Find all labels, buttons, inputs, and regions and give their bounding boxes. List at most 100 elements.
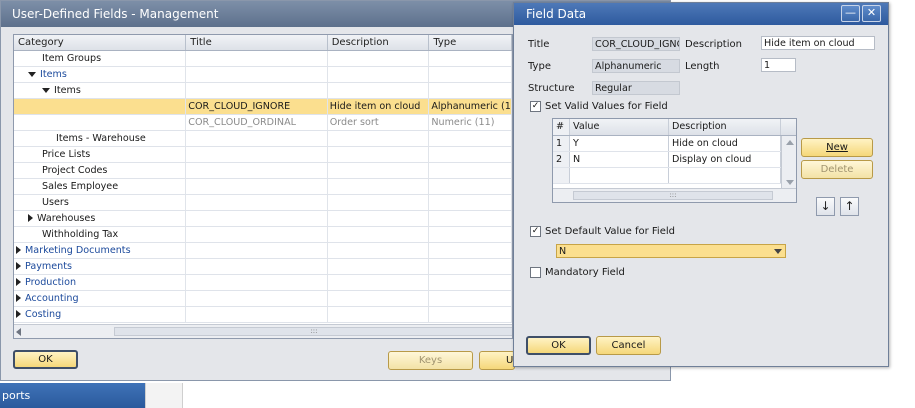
table-row[interactable]: Accounting: [14, 291, 512, 307]
update-button[interactable]: U: [479, 351, 515, 370]
type-cell[interactable]: [429, 51, 512, 66]
col-header-title[interactable]: Title: [186, 35, 328, 50]
type-cell[interactable]: [429, 259, 512, 274]
table-row[interactable]: COR_CLOUD_ORDINAL Order sort Numeric (11): [14, 115, 512, 131]
category-cell[interactable]: [14, 99, 187, 114]
scrollbar-thumb[interactable]: :::: [573, 191, 773, 200]
category-cell[interactable]: Withholding Tax: [14, 227, 187, 242]
category-cell[interactable]: Sales Employee: [14, 179, 187, 194]
field-data-titlebar[interactable]: Field Data — ✕: [514, 3, 888, 25]
type-cell[interactable]: [429, 147, 512, 162]
title-cell[interactable]: [186, 67, 328, 82]
description-field[interactable]: Hide item on cloud: [761, 36, 875, 50]
title-cell[interactable]: [186, 163, 328, 178]
default-value-dropdown[interactable]: N: [556, 244, 786, 258]
grid-horizontal-scrollbar[interactable]: :::: [14, 324, 512, 338]
table-row[interactable]: Project Codes: [14, 163, 512, 179]
title-cell[interactable]: [186, 51, 328, 66]
category-cell[interactable]: Project Codes: [14, 163, 187, 178]
dialog-ok-button[interactable]: OK: [526, 336, 591, 355]
move-up-button[interactable]: ↑: [840, 197, 859, 216]
category-cell[interactable]: Item Groups: [14, 51, 187, 66]
table-row[interactable]: Items: [14, 83, 512, 99]
type-cell[interactable]: [429, 195, 512, 210]
description-cell[interactable]: [328, 243, 430, 258]
type-cell[interactable]: [429, 243, 512, 258]
table-row[interactable]: Marketing Documents: [14, 243, 512, 259]
type-cell[interactable]: [429, 163, 512, 178]
close-icon[interactable]: ✕: [862, 5, 881, 22]
title-cell[interactable]: COR_CLOUD_ORDINAL: [186, 115, 328, 130]
category-cell[interactable]: [14, 115, 187, 130]
expand-down-icon[interactable]: [42, 88, 50, 93]
chevron-down-icon[interactable]: [774, 249, 782, 254]
title-cell[interactable]: [186, 243, 328, 258]
title-cell[interactable]: [186, 211, 328, 226]
description-cell[interactable]: [328, 275, 430, 290]
title-cell[interactable]: [186, 307, 328, 322]
delete-button[interactable]: Delete: [801, 160, 873, 179]
background-sidebar-item[interactable]: ports: [0, 383, 145, 408]
udf-tree-grid[interactable]: Category Title Description Type Item Gro…: [13, 34, 513, 339]
description-cell[interactable]: [328, 195, 430, 210]
type-cell[interactable]: Alphanumeric (1): [429, 99, 512, 114]
type-cell[interactable]: [429, 275, 512, 290]
table-row[interactable]: Withholding Tax: [14, 227, 512, 243]
description-cell[interactable]: Order sort: [328, 115, 430, 130]
title-cell[interactable]: [186, 195, 328, 210]
description-cell[interactable]: [328, 179, 430, 194]
col-header-value[interactable]: Value: [570, 119, 669, 135]
dialog-cancel-button[interactable]: Cancel: [596, 336, 661, 355]
new-button[interactable]: New: [801, 138, 873, 157]
type-cell[interactable]: Numeric (11): [429, 115, 512, 130]
title-cell[interactable]: [186, 259, 328, 274]
valid-values-horizontal-scrollbar[interactable]: :::: [553, 188, 796, 202]
description-cell[interactable]: Hide item on cloud: [328, 99, 430, 114]
category-cell[interactable]: Users: [14, 195, 187, 210]
table-row[interactable]: Payments: [14, 259, 512, 275]
main-ok-button[interactable]: OK: [13, 350, 78, 369]
type-cell[interactable]: [429, 291, 512, 306]
table-row[interactable]: Items - Warehouse: [14, 131, 512, 147]
col-header-description[interactable]: Description: [328, 35, 430, 50]
description-cell[interactable]: Display on cloud: [669, 152, 781, 167]
valid-values-vertical-scrollbar[interactable]: [781, 136, 796, 189]
type-cell[interactable]: [429, 83, 512, 98]
title-cell[interactable]: [186, 83, 328, 98]
title-cell[interactable]: [186, 147, 328, 162]
description-cell[interactable]: [328, 291, 430, 306]
expand-right-icon[interactable]: [28, 214, 33, 222]
length-field[interactable]: 1: [761, 58, 796, 72]
expand-down-icon[interactable]: [28, 72, 36, 77]
description-cell[interactable]: [328, 307, 430, 322]
type-cell[interactable]: [429, 307, 512, 322]
minimize-icon[interactable]: —: [841, 5, 860, 22]
description-cell[interactable]: Hide on cloud: [669, 136, 781, 151]
title-cell[interactable]: [186, 131, 328, 146]
category-cell[interactable]: Items: [14, 83, 187, 98]
table-row[interactable]: Costing: [14, 307, 512, 323]
expand-right-icon[interactable]: [16, 278, 21, 286]
title-cell[interactable]: COR_CLOUD_IGNORE: [186, 99, 328, 114]
table-row[interactable]: Users: [14, 195, 512, 211]
description-cell[interactable]: [328, 147, 430, 162]
col-header-type[interactable]: Type: [429, 35, 512, 50]
expand-right-icon[interactable]: [16, 246, 21, 254]
description-cell[interactable]: [328, 83, 430, 98]
type-cell[interactable]: [429, 67, 512, 82]
valid-value-row[interactable]: 1 Y Hide on cloud: [553, 136, 796, 152]
description-cell[interactable]: [328, 67, 430, 82]
valid-values-grid[interactable]: # Value Description 1 Y Hide on cloud 2 …: [552, 118, 797, 203]
value-cell[interactable]: Y: [570, 136, 669, 151]
title-cell[interactable]: [186, 275, 328, 290]
keys-button[interactable]: Keys: [388, 351, 473, 370]
title-cell[interactable]: [186, 179, 328, 194]
scroll-up-icon[interactable]: [786, 140, 794, 145]
valid-value-empty-row[interactable]: [553, 168, 796, 184]
valid-value-row[interactable]: 2 N Display on cloud: [553, 152, 796, 168]
category-cell[interactable]: Payments: [14, 259, 187, 274]
expand-right-icon[interactable]: [16, 262, 21, 270]
expand-right-icon[interactable]: [16, 310, 21, 318]
category-cell[interactable]: Production: [14, 275, 187, 290]
structure-field[interactable]: Regular: [592, 81, 680, 95]
